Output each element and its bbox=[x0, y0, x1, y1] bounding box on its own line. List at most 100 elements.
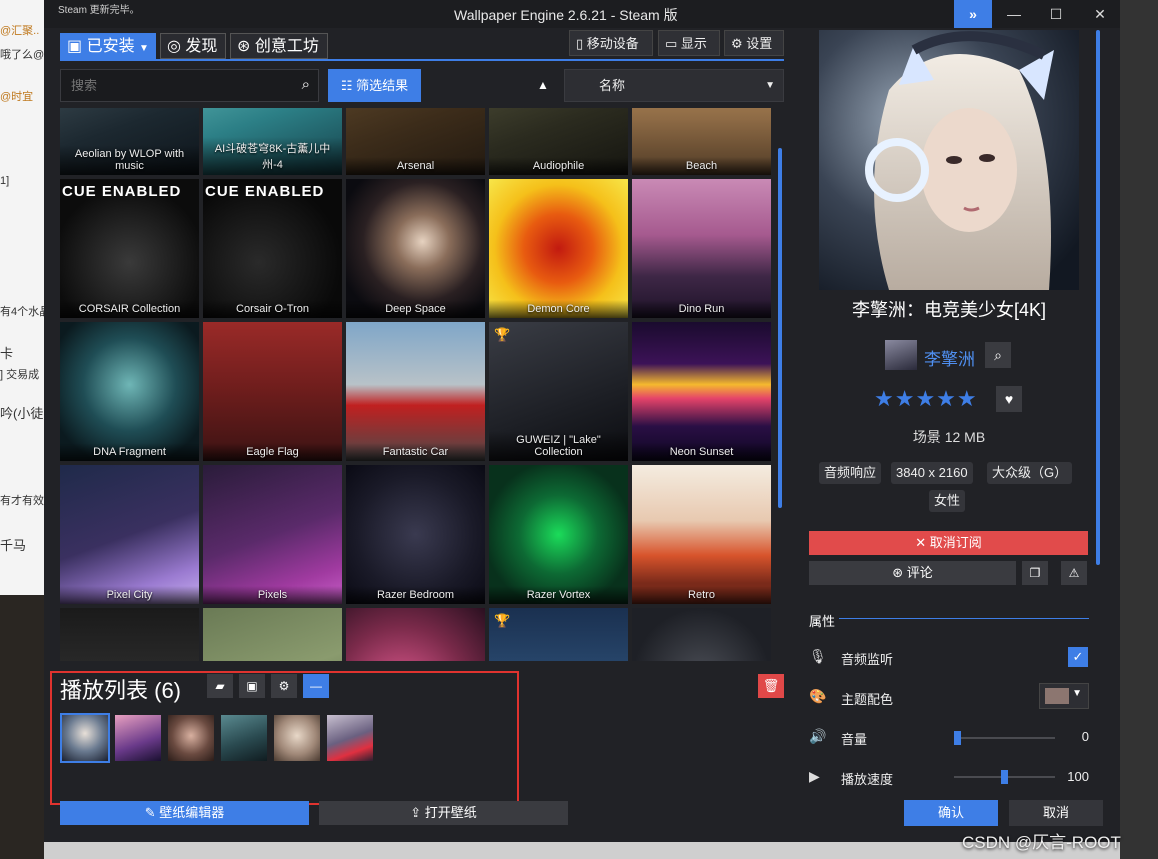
wallpaper-tile[interactable]: Audiophile bbox=[489, 108, 628, 175]
wallpaper-tile[interactable]: 🏆 bbox=[489, 608, 628, 661]
details-scrollbar[interactable] bbox=[1096, 30, 1100, 565]
trophy-icon: 🏆 bbox=[494, 327, 511, 342]
properties-header: 属性 bbox=[809, 614, 836, 629]
wallpaper-meta: 场景 12 MB bbox=[912, 429, 986, 445]
wallpaper-tile-label: Razer Vortex bbox=[489, 586, 628, 604]
bg-text: 卡 bbox=[0, 346, 14, 361]
sort-select[interactable]: 名称 ▼ bbox=[564, 69, 784, 102]
tab-underline bbox=[60, 59, 784, 61]
wallpaper-tile[interactable]: Beach bbox=[632, 108, 771, 175]
wallpaper-tile[interactable] bbox=[203, 608, 342, 661]
wallpaper-tile[interactable]: Pixels bbox=[203, 465, 342, 604]
search-box: ⌕ bbox=[60, 69, 319, 102]
minimize-button[interactable]: — bbox=[992, 0, 1036, 28]
wallpaper-tile[interactable]: Demon Core bbox=[489, 179, 628, 318]
wallpaper-tile[interactable] bbox=[632, 608, 771, 661]
wallpaper-tile-label: Fantastic Car bbox=[346, 443, 485, 461]
close-button[interactable]: ✕ bbox=[1078, 0, 1122, 28]
wallpaper-tile[interactable]: Eagle Flag bbox=[203, 322, 342, 461]
wallpaper-tile[interactable]: Razer Bedroom bbox=[346, 465, 485, 604]
wallpaper-tile[interactable]: Dino Run bbox=[632, 179, 771, 318]
grid-scrollbar[interactable] bbox=[778, 148, 782, 508]
tag-rating[interactable]: 大众级（G） bbox=[987, 462, 1073, 484]
volume-slider-handle[interactable] bbox=[954, 731, 961, 745]
wallpaper-tile[interactable]: DNA Fragment bbox=[60, 322, 199, 461]
playback-speed-slider-handle[interactable] bbox=[1001, 770, 1008, 784]
mobile-devices-button[interactable]: ▯ 移动设备 bbox=[569, 30, 653, 56]
wallpaper-tile[interactable]: AI斗破苍穹8K-古薰儿中州-4 bbox=[203, 108, 342, 175]
wallpaper-tile[interactable]: Arsenal bbox=[346, 108, 485, 175]
tab-installed[interactable]: ▣ 已安装 ▼ bbox=[60, 33, 156, 59]
volume-slider[interactable] bbox=[954, 731, 1055, 745]
save-icon: ▣ bbox=[67, 38, 83, 55]
properties-divider bbox=[839, 618, 1089, 619]
settings-button[interactable]: ⚙ 设置 bbox=[724, 30, 784, 56]
tag-audio-responsive[interactable]: 音频响应 bbox=[819, 462, 882, 484]
wallpaper-tile[interactable]: Aeolian by WLOP with music bbox=[60, 108, 199, 175]
wallpaper-editor-button[interactable]: ✎ 壁纸编辑器 bbox=[60, 801, 309, 825]
theme-color-swatch bbox=[1045, 688, 1069, 704]
tag-female[interactable]: 女性 bbox=[929, 490, 966, 512]
bg-text: @时宜 bbox=[0, 91, 34, 103]
steam-icon: ⊛ bbox=[892, 565, 904, 580]
cancel-button[interactable]: 取消 bbox=[1009, 800, 1103, 826]
wallpaper-preview bbox=[819, 30, 1079, 290]
wallpaper-tile-label: Beach bbox=[632, 157, 771, 175]
phone-icon: ▯ bbox=[576, 36, 584, 51]
volume-value: 0 bbox=[1081, 729, 1089, 744]
cue-enabled-badge: CUE ENABLED bbox=[205, 183, 325, 200]
wallpaper-tile[interactable]: Pixel City bbox=[60, 465, 199, 604]
tab-workshop-label: 创意工坊 bbox=[254, 38, 319, 55]
sort-direction-toggle[interactable]: ▲ bbox=[537, 78, 549, 92]
wallpaper-tile[interactable]: 🏆 GUWEIZ | "Lake" Collection bbox=[489, 322, 628, 461]
filter-results-button[interactable]: ☷ 筛选结果 bbox=[328, 69, 421, 102]
playlist-clear-button[interactable]: 🗑 bbox=[758, 674, 784, 698]
copy-button[interactable]: ❐ bbox=[1022, 561, 1048, 585]
chevron-down-icon: ▼ bbox=[139, 43, 149, 54]
search-input[interactable] bbox=[69, 77, 283, 94]
wallpaper-tile-label: Deep Space bbox=[346, 300, 485, 318]
watermark: CSDN @仄言-ROOT bbox=[962, 833, 1121, 852]
steam-status-note: Steam 更新完毕。 bbox=[58, 5, 140, 16]
ok-button[interactable]: 确认 bbox=[904, 800, 998, 826]
unsubscribe-button[interactable]: ✕ 取消订阅 bbox=[809, 531, 1088, 555]
wallpaper-tile-label: Audiophile bbox=[489, 157, 628, 175]
wallpaper-tile[interactable]: CUE ENABLED CORSAIR Collection bbox=[60, 179, 199, 318]
audio-monitor-checkbox[interactable]: ✓ bbox=[1068, 647, 1088, 667]
theme-color-picker[interactable]: ▼ bbox=[1039, 683, 1089, 709]
wallpaper-tile-label: Corsair O-Tron bbox=[203, 300, 342, 318]
maximize-button[interactable]: ☐ bbox=[1034, 0, 1078, 28]
tab-discover[interactable]: ◎ 发现 bbox=[160, 33, 226, 59]
copy-icon: ❐ bbox=[1029, 566, 1041, 580]
tab-workshop[interactable]: ⊛ 创意工坊 bbox=[230, 33, 328, 59]
report-button[interactable]: ⚠ bbox=[1061, 561, 1087, 585]
wallpaper-tile[interactable]: Retro bbox=[632, 465, 771, 604]
avatar[interactable] bbox=[885, 340, 917, 370]
wallpaper-tile[interactable]: Razer Vortex bbox=[489, 465, 628, 604]
favorite-button[interactable]: ♥ bbox=[996, 386, 1022, 412]
playback-speed-slider[interactable] bbox=[954, 770, 1055, 784]
search-icon[interactable]: ⌕ bbox=[302, 76, 310, 93]
bg-text: 有4个水晶 bbox=[0, 306, 51, 318]
wallpaper-tile[interactable] bbox=[346, 608, 485, 661]
comment-label: 评论 bbox=[906, 565, 933, 580]
heart-icon: ♥ bbox=[1004, 391, 1014, 407]
wallpaper-tile[interactable]: Fantastic Car bbox=[346, 322, 485, 461]
filter-results-label: 筛选结果 bbox=[356, 78, 409, 93]
comment-button[interactable]: ⊛ 评论 bbox=[809, 561, 1016, 585]
volume-label: 音量 bbox=[841, 732, 868, 747]
wallpaper-tile[interactable]: Deep Space bbox=[346, 179, 485, 318]
upload-icon: ⇪ bbox=[410, 805, 422, 820]
author-link[interactable]: 李擎洲 bbox=[924, 345, 975, 370]
wallpaper-tile-label: Retro bbox=[632, 586, 771, 604]
open-wallpaper-button[interactable]: ⇪ 打开壁纸 bbox=[319, 801, 568, 825]
wallpaper-tile[interactable]: Neon Sunset bbox=[632, 322, 771, 461]
bg-text: 千马 bbox=[0, 538, 27, 553]
display-button[interactable]: ▭ 显示 bbox=[658, 30, 720, 56]
wallpaper-tile[interactable]: CUE ENABLED Corsair O-Tron bbox=[203, 179, 342, 318]
author-search-button[interactable]: ⌕ bbox=[985, 342, 1011, 368]
collapse-panel-button[interactable]: » bbox=[954, 0, 992, 28]
wallpaper-tile-label: Dino Run bbox=[632, 300, 771, 318]
wallpaper-tile[interactable] bbox=[60, 608, 199, 661]
tag-resolution[interactable]: 3840 x 2160 bbox=[891, 462, 973, 484]
